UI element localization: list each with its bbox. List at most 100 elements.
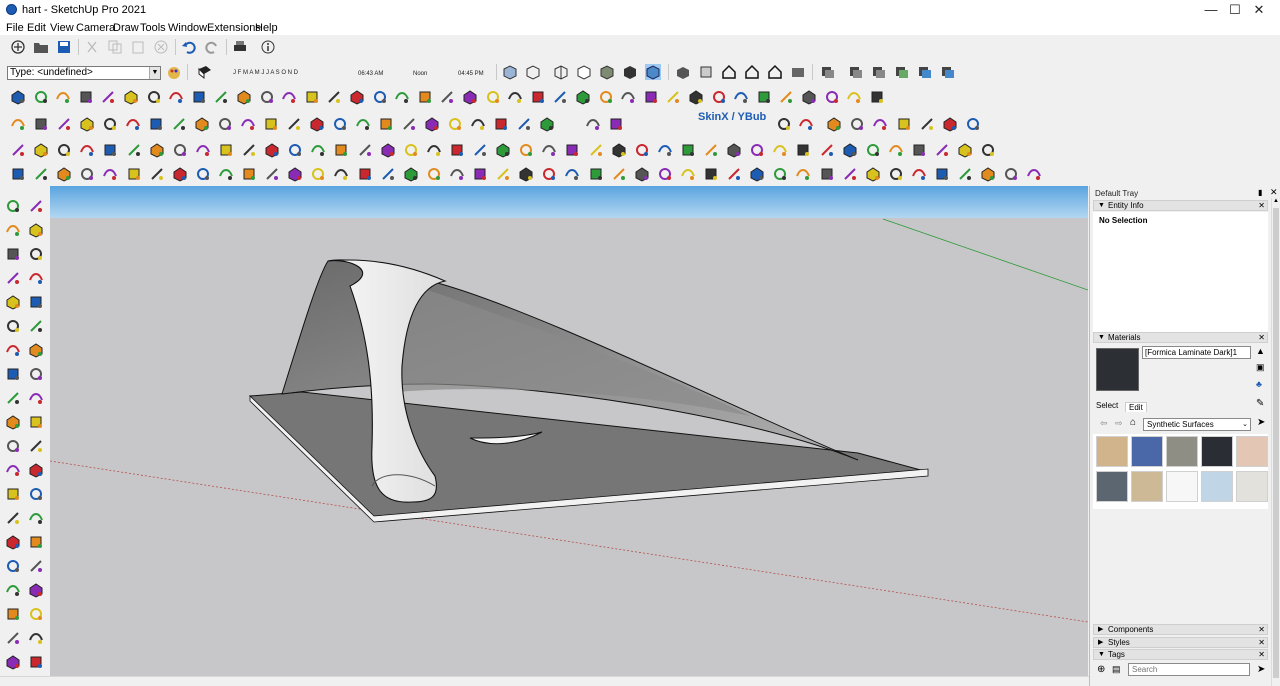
- extension-tool-icon[interactable]: [957, 142, 973, 158]
- extension-tool-icon[interactable]: [194, 116, 210, 132]
- extension-tool-icon[interactable]: [33, 89, 49, 105]
- extension-tool-icon[interactable]: [756, 89, 772, 105]
- extension-tool-icon[interactable]: [516, 116, 532, 132]
- details-arrow-icon[interactable]: ➤: [1257, 417, 1265, 428]
- extension-tool-icon[interactable]: [100, 89, 116, 105]
- extension-tool-icon[interactable]: [849, 116, 865, 132]
- material-swatch[interactable]: [1166, 436, 1198, 467]
- extension-tool-icon[interactable]: [357, 142, 373, 158]
- extension-tool-icon[interactable]: [472, 142, 488, 158]
- extension-tool-icon[interactable]: [801, 89, 817, 105]
- shaded-style-icon[interactable]: [599, 64, 615, 80]
- extension-tool-icon[interactable]: [776, 116, 792, 132]
- extension-tool-icon[interactable]: [263, 116, 279, 132]
- large-tool-icon[interactable]: [5, 318, 21, 334]
- paint-materials-icon[interactable]: [166, 64, 182, 80]
- large-tool-icon[interactable]: [5, 414, 21, 430]
- extension-tool-icon[interactable]: [564, 142, 580, 158]
- material-swatch[interactable]: [1236, 471, 1268, 502]
- large-tool-icon[interactable]: [5, 630, 21, 646]
- extension-tool-icon[interactable]: [749, 166, 765, 182]
- extension-tool-icon[interactable]: [888, 142, 904, 158]
- large-tool-icon[interactable]: [5, 246, 21, 262]
- extension-tool-icon[interactable]: [518, 142, 534, 158]
- large-tool-icon[interactable]: [5, 342, 21, 358]
- extension-tool-icon[interactable]: [865, 166, 881, 182]
- large-tool-icon[interactable]: [28, 462, 44, 478]
- styles-header[interactable]: ▶ Styles ✕: [1093, 637, 1268, 648]
- extension-tool-icon[interactable]: [10, 89, 26, 105]
- extension-tool-icon[interactable]: [449, 166, 465, 182]
- components-header[interactable]: ▶ Components ✕: [1093, 624, 1268, 635]
- extension-tool-icon[interactable]: [240, 116, 256, 132]
- extension-tool-icon[interactable]: [146, 89, 162, 105]
- extension-tool-icon[interactable]: [79, 116, 95, 132]
- new-file-icon[interactable]: [10, 39, 26, 55]
- extension-tool-icon[interactable]: [241, 142, 257, 158]
- extension-tool-icon[interactable]: [10, 166, 26, 182]
- right-view-icon[interactable]: [744, 64, 760, 80]
- extension-tool-icon[interactable]: [826, 116, 842, 132]
- large-tool-icon[interactable]: [28, 630, 44, 646]
- extension-tool-icon[interactable]: [236, 89, 252, 105]
- extension-tool-icon[interactable]: [869, 89, 885, 105]
- save-icon[interactable]: [56, 39, 72, 55]
- monochrome-style-icon[interactable]: [645, 64, 661, 80]
- extension-tool-icon[interactable]: [518, 166, 534, 182]
- extension-tool-icon[interactable]: [372, 89, 388, 105]
- extension-tool-icon[interactable]: [309, 116, 325, 132]
- extension-tool-icon[interactable]: [552, 89, 568, 105]
- menu-view[interactable]: View: [50, 22, 74, 34]
- large-tool-icon[interactable]: [28, 558, 44, 574]
- add-tag-icon[interactable]: ⊕: [1097, 664, 1105, 675]
- extension-tool-icon[interactable]: [304, 89, 320, 105]
- extension-tool-icon[interactable]: [588, 166, 604, 182]
- material-swatch[interactable]: [1201, 436, 1233, 467]
- extension-tool-icon[interactable]: [349, 89, 365, 105]
- extension-tool-icon[interactable]: [355, 116, 371, 132]
- extension-tool-icon[interactable]: [980, 166, 996, 182]
- extension-tool-icon[interactable]: [447, 116, 463, 132]
- tag-details-icon[interactable]: ▤: [1112, 664, 1121, 675]
- extension-tool-icon[interactable]: [575, 89, 591, 105]
- materials-tab-select[interactable]: Select: [1096, 401, 1118, 410]
- extension-tool-icon[interactable]: [819, 166, 835, 182]
- menu-tools[interactable]: Tools: [140, 22, 166, 34]
- large-tool-icon[interactable]: [28, 510, 44, 526]
- large-tool-icon[interactable]: [5, 366, 21, 382]
- extension-tool-icon[interactable]: [470, 116, 486, 132]
- material-library-select[interactable]: Synthetic Surfaces ⌄: [1143, 418, 1251, 431]
- extension-tool-icon[interactable]: [218, 166, 234, 182]
- home-icon[interactable]: ⌂: [1130, 417, 1136, 428]
- extension-tool-icon[interactable]: [842, 166, 858, 182]
- large-tool-icon[interactable]: [28, 366, 44, 382]
- left-view-icon[interactable]: [790, 64, 806, 80]
- extension-tool-icon[interactable]: [564, 166, 580, 182]
- tray-scrollbar[interactable]: ▲: [1271, 198, 1280, 686]
- extension-tool-icon[interactable]: [148, 116, 164, 132]
- material-swatch[interactable]: [1166, 471, 1198, 502]
- extension-tool-icon[interactable]: [703, 166, 719, 182]
- extension-tool-icon[interactable]: [149, 166, 165, 182]
- extension-tool-icon[interactable]: [378, 116, 394, 132]
- extension-tool-icon[interactable]: [778, 89, 794, 105]
- extension-tool-icon[interactable]: [55, 89, 71, 105]
- layer-icon-5[interactable]: [917, 64, 933, 80]
- large-tool-icon[interactable]: [5, 294, 21, 310]
- extension-tool-icon[interactable]: [439, 89, 455, 105]
- extension-tool-icon[interactable]: [213, 89, 229, 105]
- large-tool-icon[interactable]: [5, 582, 21, 598]
- large-tool-icon[interactable]: [5, 510, 21, 526]
- extension-tool-icon[interactable]: [911, 166, 927, 182]
- large-tool-icon[interactable]: [28, 342, 44, 358]
- extension-tool-icon[interactable]: [541, 142, 557, 158]
- extension-tool-icon[interactable]: [585, 116, 601, 132]
- hidden-line-style-icon[interactable]: [576, 64, 592, 80]
- large-tool-icon[interactable]: [5, 438, 21, 454]
- extension-tool-icon[interactable]: [462, 89, 478, 105]
- extension-tool-icon[interactable]: [281, 89, 297, 105]
- extension-tool-icon[interactable]: [380, 166, 396, 182]
- back-arrow-icon[interactable]: ⇦: [1100, 418, 1108, 429]
- extension-tool-icon[interactable]: [310, 166, 326, 182]
- extension-tool-icon[interactable]: [380, 142, 396, 158]
